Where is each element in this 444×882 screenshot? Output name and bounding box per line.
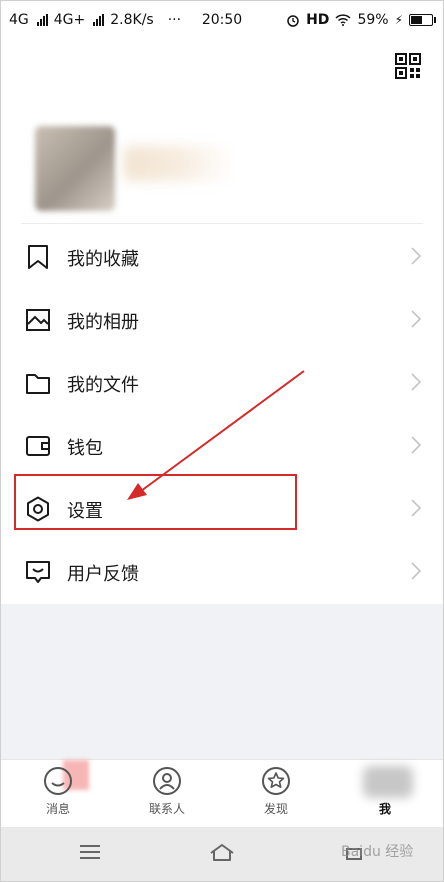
menu-item-feedback[interactable]: 用户反馈 (1, 540, 443, 603)
menu-item-label: 用户反馈 (67, 564, 139, 585)
home-icon[interactable] (209, 841, 235, 863)
chat-icon (44, 767, 72, 795)
app-frame: 4G 4G+ 2.8K/s ··· 20:50 HD 59% ⚡ 我的收藏 我的… (0, 0, 444, 882)
profile-header[interactable] (29, 116, 419, 216)
profile-icon (370, 766, 400, 796)
user-name-blurred (124, 146, 234, 181)
tab-me[interactable]: 我 (345, 766, 425, 817)
tab-discover[interactable]: 发现 (236, 766, 316, 817)
chevron-right-icon (411, 373, 421, 391)
charging-icon: ⚡ (394, 13, 403, 27)
image-icon (26, 309, 50, 331)
menu-icon[interactable] (77, 841, 103, 863)
chevron-right-icon (411, 310, 421, 328)
menu-item-files[interactable]: 我的文件 (1, 351, 443, 414)
tab-label: 消息 (45, 802, 70, 816)
menu-item-label: 我的收藏 (67, 249, 139, 270)
menu-item-favorites[interactable]: 我的收藏 (1, 225, 443, 288)
system-nav-bar: Baidu 经验 (1, 827, 443, 881)
menu-item-label: 钱包 (67, 438, 103, 459)
avatar[interactable] (35, 126, 115, 211)
feedback-icon (26, 561, 50, 583)
wifi-icon (335, 14, 351, 26)
empty-area (1, 604, 443, 759)
menu-item-label: 我的文件 (67, 375, 139, 396)
battery-icon (409, 14, 436, 26)
chevron-right-icon (411, 499, 421, 517)
contacts-icon (153, 767, 181, 795)
menu-item-album[interactable]: 我的相册 (1, 288, 443, 351)
chevron-right-icon (411, 562, 421, 580)
hd-label: HD (306, 12, 330, 28)
menu-item-label: 我的相册 (67, 312, 139, 333)
tab-messages[interactable]: 消息 (18, 766, 98, 817)
divider (21, 223, 423, 224)
tab-label: 发现 (263, 802, 288, 816)
tab-bar: 消息 联系人 发现 我 (1, 759, 443, 828)
folder-icon (26, 374, 50, 394)
status-bar: 4G 4G+ 2.8K/s ··· 20:50 HD 59% ⚡ (1, 1, 443, 41)
battery-percent: 59% (357, 12, 389, 28)
tab-label: 联系人 (148, 802, 185, 816)
menu-list: 我的收藏 我的相册 我的文件 钱包 设置 用户反馈 (1, 225, 443, 603)
tab-label: 我 (378, 802, 391, 816)
qr-code-icon[interactable] (395, 53, 421, 79)
chevron-right-icon (411, 436, 421, 454)
tab-contacts[interactable]: 联系人 (127, 766, 207, 817)
chevron-right-icon (411, 247, 421, 265)
watermark: Baidu 经验 (341, 844, 414, 860)
discover-icon (262, 767, 290, 795)
alarm-icon (287, 15, 299, 27)
bookmark-icon (28, 245, 48, 269)
wallet-icon (26, 436, 50, 456)
menu-item-wallet[interactable]: 钱包 (1, 414, 443, 477)
highlight-box (14, 474, 297, 530)
